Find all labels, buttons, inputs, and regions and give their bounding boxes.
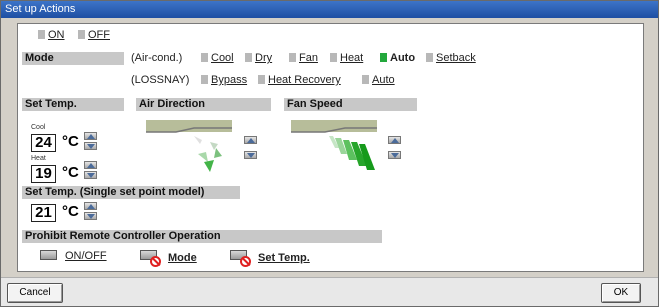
heat-temp-caption: Heat xyxy=(31,155,46,162)
prohibit-icon xyxy=(150,256,161,267)
single-temp-unit: °C xyxy=(62,203,79,220)
heat-recovery-label: Heat Recovery xyxy=(268,74,341,86)
prohibit-onoff-option[interactable]: ON/OFF xyxy=(65,250,107,262)
prohibit-label: Prohibit Remote Controller Operation xyxy=(22,230,382,243)
window-title-bar: Set up Actions xyxy=(1,1,658,18)
off-indicator xyxy=(78,30,85,39)
mode-option-auto[interactable]: Auto xyxy=(380,52,415,64)
off-option[interactable]: OFF xyxy=(78,29,110,41)
set-temp-label: Set Temp. xyxy=(22,98,124,111)
lossnay-option-bypass[interactable]: Bypass xyxy=(201,74,247,86)
on-option[interactable]: ON xyxy=(38,29,65,41)
heat-recovery-indicator xyxy=(258,75,265,84)
remote-controller-icon xyxy=(40,250,57,260)
single-temp-down-button[interactable] xyxy=(84,212,97,220)
single-temp-up-button[interactable] xyxy=(84,202,97,210)
mode-option-fan[interactable]: Fan xyxy=(289,52,318,64)
heat-temp-down-button[interactable] xyxy=(84,171,97,179)
window-title: Set up Actions xyxy=(5,3,76,15)
air-direction-up-button[interactable] xyxy=(244,136,257,144)
on-indicator xyxy=(38,30,45,39)
setup-actions-window: Set up Actions ON OFF Mode (Air-cond.) C… xyxy=(0,0,659,307)
footer-bar: Cancel OK xyxy=(1,277,658,306)
cool-temp-down-button[interactable] xyxy=(84,142,97,150)
heat-temp-value: 19 xyxy=(31,165,56,183)
cancel-button[interactable]: Cancel xyxy=(7,283,63,303)
cool-label: Cool xyxy=(211,52,234,64)
cool-temp-unit: °C xyxy=(62,133,79,150)
dry-label: Dry xyxy=(255,52,273,64)
bypass-indicator xyxy=(201,75,208,84)
single-set-point-label: Set Temp. (Single set point model) xyxy=(22,186,240,199)
heat-temp-up-button[interactable] xyxy=(84,161,97,169)
prohibit-set-temp-label: Set Temp. xyxy=(258,252,310,264)
cool-temp-caption: Cool xyxy=(31,124,46,131)
prohibit-icon xyxy=(240,256,251,267)
fan-speed-down-button[interactable] xyxy=(388,151,401,159)
fan-label: Fan xyxy=(299,52,318,64)
fan-speed-label: Fan Speed xyxy=(284,98,417,111)
prohibit-set-temp-option[interactable]: Set Temp. xyxy=(258,252,310,264)
lossnay-option-heat-recovery[interactable]: Heat Recovery xyxy=(258,74,341,86)
single-temp-value: 21 xyxy=(31,204,56,222)
prohibit-mode-option[interactable]: Mode xyxy=(168,252,197,264)
cool-temp-up-button[interactable] xyxy=(84,132,97,140)
louver-icon xyxy=(146,120,232,172)
heat-label: Heat xyxy=(340,52,364,64)
auto-indicator xyxy=(380,53,387,62)
mode-option-cool[interactable]: Cool xyxy=(201,52,234,64)
prohibit-onoff-label: ON/OFF xyxy=(65,250,107,262)
heat-indicator xyxy=(330,53,337,62)
ok-button[interactable]: OK xyxy=(601,283,641,303)
setback-label: Setback xyxy=(436,52,476,64)
mode-label: Mode xyxy=(22,52,124,65)
auto-label: Auto xyxy=(390,52,416,64)
fan-indicator xyxy=(289,53,296,62)
dry-indicator xyxy=(245,53,252,62)
mode-option-setback[interactable]: Setback xyxy=(426,52,476,64)
content-panel: ON OFF Mode (Air-cond.) Cool Dry Fan Hea… xyxy=(17,23,644,272)
lossnay-auto-label: Auto xyxy=(372,74,395,86)
mode-option-heat[interactable]: Heat xyxy=(330,52,363,64)
on-label: ON xyxy=(48,29,65,41)
lossnay-option-auto[interactable]: Auto xyxy=(362,74,395,86)
off-label: OFF xyxy=(88,29,110,41)
setback-indicator xyxy=(426,53,433,62)
mode-option-dry[interactable]: Dry xyxy=(245,52,272,64)
air-direction-down-button[interactable] xyxy=(244,151,257,159)
fan-speed-icon xyxy=(291,120,377,170)
lossnay-label: (LOSSNAY) xyxy=(131,74,190,86)
fan-speed-up-button[interactable] xyxy=(388,136,401,144)
air-direction-label: Air Direction xyxy=(136,98,271,111)
heat-temp-unit: °C xyxy=(62,164,79,181)
aircond-label: (Air-cond.) xyxy=(131,52,183,64)
prohibit-mode-label: Mode xyxy=(168,252,197,264)
cool-indicator xyxy=(201,53,208,62)
bypass-label: Bypass xyxy=(211,74,248,86)
cool-temp-value: 24 xyxy=(31,134,56,152)
lossnay-auto-indicator xyxy=(362,75,369,84)
